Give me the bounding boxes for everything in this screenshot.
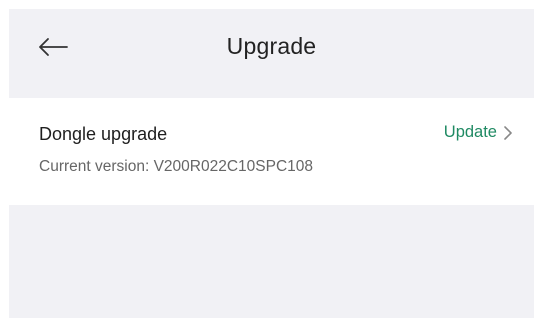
current-version-text: Current version: V200R022C10SPC108 (39, 158, 313, 176)
update-label: Update (443, 123, 497, 141)
current-version-label: Current version: (39, 158, 150, 175)
page-title: Upgrade (226, 33, 317, 59)
dongle-upgrade-item[interactable]: Dongle upgrade Current version: V200R022… (9, 98, 534, 205)
header-bar: Upgrade (9, 9, 534, 98)
upgrade-screen: Upgrade Dongle upgrade Current version: … (9, 9, 534, 318)
dongle-upgrade-title: Dongle upgrade (39, 124, 168, 144)
current-version-value: V200R022C10SPC108 (153, 158, 313, 175)
update-button[interactable]: Update (444, 123, 513, 142)
chevron-right-icon (503, 125, 513, 141)
